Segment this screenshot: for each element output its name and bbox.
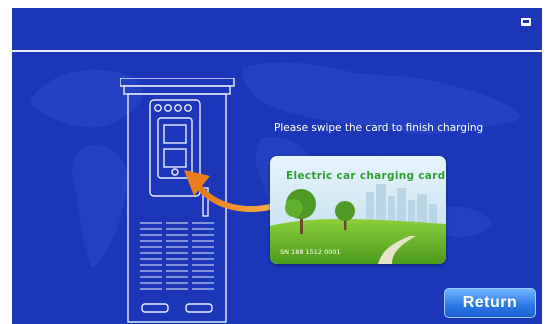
header-divider: [12, 50, 542, 52]
return-button[interactable]: Return: [444, 288, 536, 318]
swipe-instruction: Please swipe the card to finish charging: [274, 122, 484, 134]
charging-card: Electric car charging card SN 188 1512 0…: [270, 156, 446, 264]
card-title: Electric car charging card: [286, 170, 446, 182]
charging-screen: Please swipe the card to finish charging: [12, 8, 542, 324]
swipe-arrow-icon: [184, 170, 277, 212]
hand-cursor-icon: [521, 18, 531, 26]
card-serial-number: SN 188 1512 0001: [280, 248, 341, 256]
